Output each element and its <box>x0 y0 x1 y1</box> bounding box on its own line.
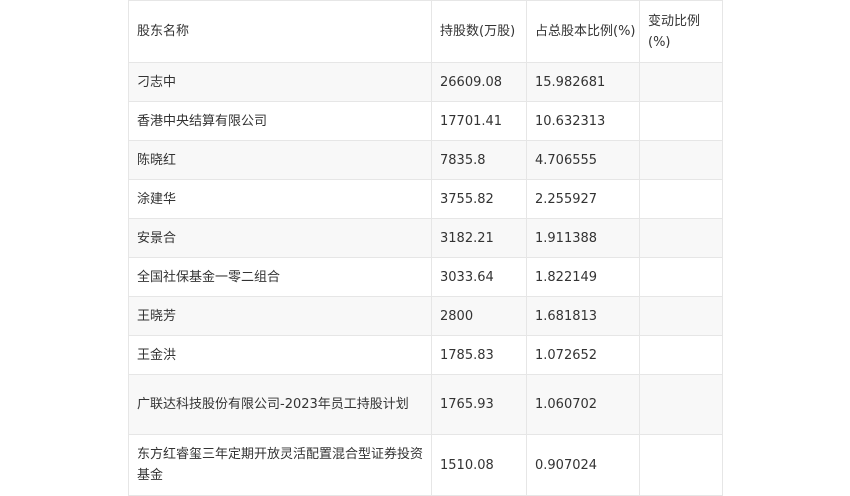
change-ratio <box>639 179 723 219</box>
change-ratio <box>639 140 723 180</box>
share-ratio: 1.822149 <box>526 257 640 297</box>
table-row: 陈晓红 7835.8 4.706555 <box>128 140 723 180</box>
table-row: 王晓芳 2800 1.681813 <box>128 296 723 336</box>
share-ratio: 4.706555 <box>526 140 640 180</box>
change-ratio <box>639 434 723 496</box>
change-ratio <box>639 218 723 258</box>
share-ratio: 1.060702 <box>526 374 640 435</box>
change-ratio <box>639 101 723 141</box>
shares-held: 3182.21 <box>431 218 527 258</box>
share-ratio: 10.632313 <box>526 101 640 141</box>
change-ratio <box>639 62 723 102</box>
share-ratio: 15.982681 <box>526 62 640 102</box>
header-share-ratio: 占总股本比例(%) <box>526 0 640 63</box>
table-row: 刁志中 26609.08 15.982681 <box>128 62 723 102</box>
shares-held: 7835.8 <box>431 140 527 180</box>
table-row: 香港中央结算有限公司 17701.41 10.632313 <box>128 101 723 141</box>
change-ratio <box>639 335 723 375</box>
table-row: 涂建华 3755.82 2.255927 <box>128 179 723 219</box>
shares-held: 1785.83 <box>431 335 527 375</box>
header-shares-held: 持股数(万股) <box>431 0 527 63</box>
table-row: 王金洪 1785.83 1.072652 <box>128 335 723 375</box>
shares-held: 3033.64 <box>431 257 527 297</box>
shares-held: 1765.93 <box>431 374 527 435</box>
shareholder-name: 刁志中 <box>128 62 432 102</box>
table-row: 东方红睿玺三年定期开放灵活配置混合型证券投资基金 1510.08 0.90702… <box>128 434 723 496</box>
shareholder-name: 涂建华 <box>128 179 432 219</box>
change-ratio <box>639 296 723 336</box>
share-ratio: 1.681813 <box>526 296 640 336</box>
table-row: 广联达科技股份有限公司-2023年员工持股计划 1765.93 1.060702 <box>128 374 723 435</box>
shares-held: 2800 <box>431 296 527 336</box>
shareholder-name: 陈晓红 <box>128 140 432 180</box>
share-ratio: 0.907024 <box>526 434 640 496</box>
share-ratio: 1.911388 <box>526 218 640 258</box>
table-header-row: 股东名称 持股数(万股) 占总股本比例(%) 变动比例(%) <box>128 0 723 63</box>
header-change-ratio: 变动比例(%) <box>639 0 723 63</box>
shareholder-name: 王晓芳 <box>128 296 432 336</box>
shareholder-name: 广联达科技股份有限公司-2023年员工持股计划 <box>128 374 432 435</box>
shareholder-name: 安景合 <box>128 218 432 258</box>
shareholder-name: 东方红睿玺三年定期开放灵活配置混合型证券投资基金 <box>128 434 432 496</box>
change-ratio <box>639 257 723 297</box>
table-row: 全国社保基金一零二组合 3033.64 1.822149 <box>128 257 723 297</box>
shareholder-name: 香港中央结算有限公司 <box>128 101 432 141</box>
shareholders-table: 股东名称 持股数(万股) 占总股本比例(%) 变动比例(%) 刁志中 26609… <box>128 0 723 496</box>
share-ratio: 1.072652 <box>526 335 640 375</box>
shares-held: 1510.08 <box>431 434 527 496</box>
shares-held: 26609.08 <box>431 62 527 102</box>
header-shareholder-name: 股东名称 <box>128 0 432 63</box>
share-ratio: 2.255927 <box>526 179 640 219</box>
table-row: 安景合 3182.21 1.911388 <box>128 218 723 258</box>
shares-held: 17701.41 <box>431 101 527 141</box>
shares-held: 3755.82 <box>431 179 527 219</box>
shareholder-name: 王金洪 <box>128 335 432 375</box>
change-ratio <box>639 374 723 435</box>
shareholder-name: 全国社保基金一零二组合 <box>128 257 432 297</box>
